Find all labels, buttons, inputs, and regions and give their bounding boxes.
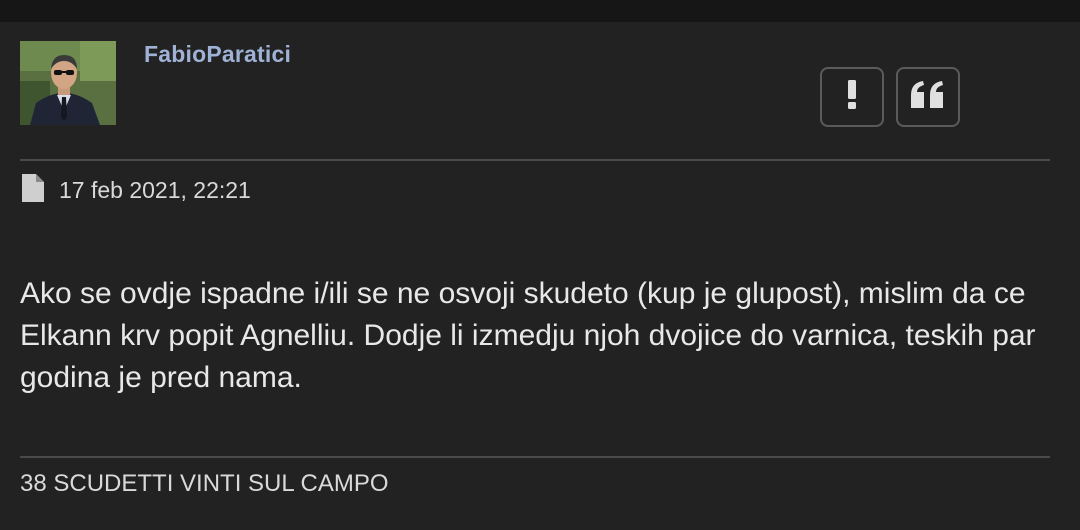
header-divider: [20, 159, 1050, 161]
signature: 38 SCUDETTI VINTI SUL CAMPO: [20, 470, 389, 497]
top-bar: [0, 0, 1080, 22]
quote-button[interactable]: [896, 67, 960, 127]
signature-divider: [20, 456, 1050, 458]
report-button[interactable]: [820, 67, 884, 127]
post-message: Ako se ovdje ispadne i/ili se ne osvoji …: [20, 277, 1036, 394]
avatar[interactable]: [20, 41, 116, 125]
post-date[interactable]: 17 feb 2021, 22:21: [59, 177, 251, 204]
quote-icon: [911, 80, 945, 114]
file-icon: [22, 174, 44, 207]
exclamation-icon: [845, 79, 859, 115]
username[interactable]: FabioParatici: [144, 41, 291, 68]
post-meta: 17 feb 2021, 22:21: [22, 174, 251, 207]
